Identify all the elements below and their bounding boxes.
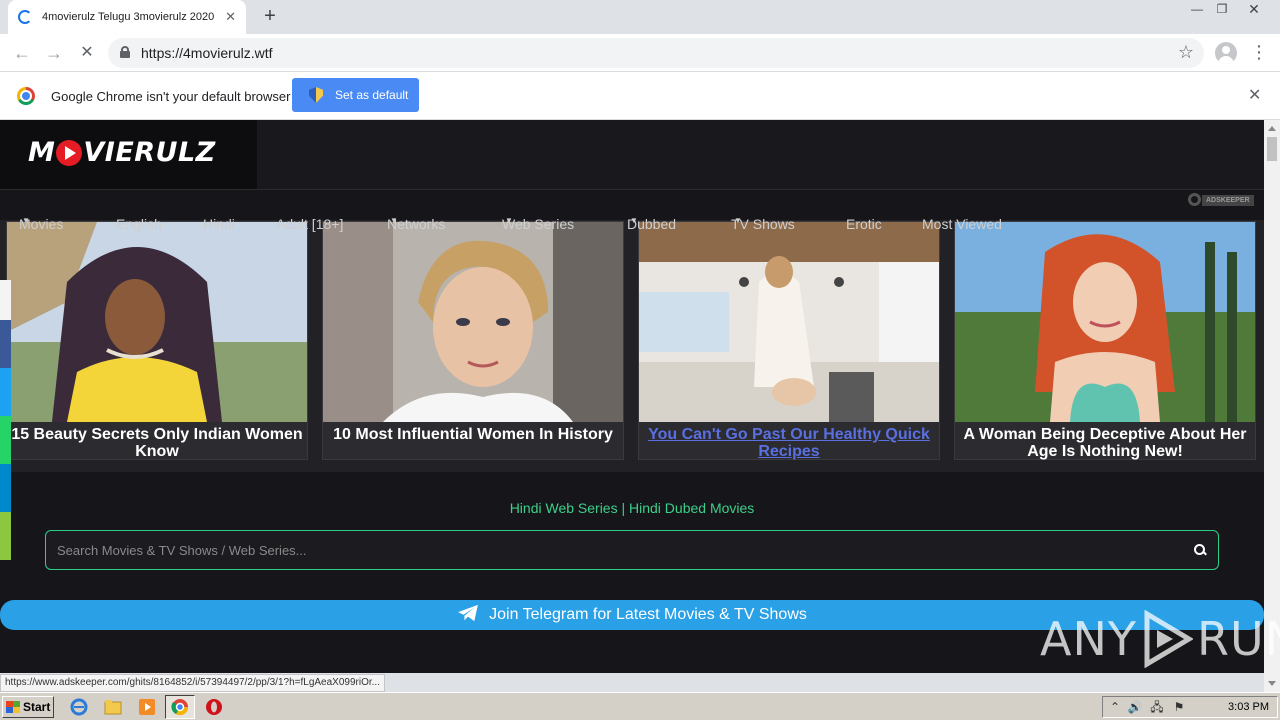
window-restore-button[interactable]: ❐ [1208,0,1236,20]
caret-down-icon: ▼ [22,216,30,225]
address-bar[interactable]: https://4movierulz.wtf ☆ [108,38,1204,68]
new-tab-button[interactable]: + [258,5,282,29]
scroll-thumb[interactable] [1267,137,1277,161]
nav-item-adult[interactable]: Adult [18+] [276,216,343,232]
volume-icon[interactable]: 🔊 [1127,700,1143,714]
scroll-down-arrow-icon[interactable] [1268,681,1276,686]
watermark-text-left: ANY [1040,612,1137,666]
search-icon[interactable] [1194,544,1206,556]
taskbar-chrome-button[interactable] [165,695,195,719]
site-nav: Movies ▼ English Hindi Adult [18+] Networ… [19,216,1002,232]
status-bubble-url: https://www.adskeeper.com/ghits/8164852/… [0,674,385,692]
adskeeper-label: ADSKEEPER [1202,195,1254,206]
site-logo: M VIERULZ [28,137,216,168]
caret-down-icon: ▼ [505,216,513,225]
back-button[interactable]: ← [9,40,35,66]
ad-card[interactable]: A Woman Being Deceptive About Her Age Is… [954,221,1256,460]
bookmark-star-icon[interactable]: ☆ [1178,42,1194,63]
tab-strip: 4movierulz Telugu 3movierulz 2020 M ✕ + … [0,0,1280,34]
stop-loading-button[interactable]: ✕ [74,40,100,66]
whatsapp-share-icon[interactable] [0,416,11,464]
site-search[interactable]: Search Movies & TV Shows / Web Series... [45,530,1219,570]
browser-tab[interactable]: 4movierulz Telugu 3movierulz 2020 M ✕ [8,0,246,34]
ad-caption[interactable]: A Woman Being Deceptive About Her Age Is… [955,426,1255,460]
adskeeper-logo-icon [1188,193,1201,206]
nav-item-hindi[interactable]: Hindi [203,216,235,232]
social-share-strip [0,280,11,560]
logo-text-left: M [28,137,56,168]
browser-toolbar: ← → ✕ https://4movierulz.wtf ☆ ⋮ [0,34,1280,72]
window-minimize-button[interactable]: — [1183,0,1211,20]
caret-down-icon: ▼ [734,216,742,225]
media-player-icon[interactable] [138,698,156,716]
ad-image[interactable] [955,222,1255,422]
page-scrollbar[interactable] [1264,120,1280,692]
ad-image[interactable] [323,222,623,422]
set-as-default-label: Set as default [335,88,409,102]
ad-image[interactable] [7,222,307,422]
system-tray: ⌃ 🔊 🖧 ⚑ 3:03 PM [1102,696,1278,718]
ad-caption-link[interactable]: You Can't Go Past Our Healthy Quick Reci… [639,426,939,460]
loading-spinner-icon [18,10,32,24]
opera-icon[interactable] [205,698,223,716]
set-as-default-button[interactable]: Set as default [292,78,419,112]
anyrun-watermark: ANY RUN [1040,610,1280,668]
play-icon [56,139,83,166]
twitter-share-icon[interactable] [0,368,11,416]
infobar-message: Google Chrome isn't your default browser [51,89,291,104]
tray-expand-icon[interactable]: ⌃ [1107,700,1123,714]
nav-item-english[interactable]: English [116,216,162,232]
uac-shield-icon [309,87,323,103]
nav-item-most-viewed[interactable]: Most Viewed [922,216,1002,232]
site-logo-link[interactable]: M VIERULZ [0,120,257,189]
caret-down-icon: ▼ [390,216,398,225]
ad-caption[interactable]: 15 Beauty Secrets Only Indian Women Know [7,426,307,460]
watermark-play-icon [1144,610,1193,668]
taskbar: Start ⌃ 🔊 🖧 ⚑ 3:03 PM [0,692,1280,720]
start-label: Start [23,700,51,714]
taskbar-clock[interactable]: 3:03 PM [1228,701,1269,713]
tab-title: 4movierulz Telugu 3movierulz 2020 M [42,11,214,23]
facebook-share-icon[interactable] [0,320,11,368]
internet-explorer-icon[interactable] [70,698,88,716]
windows-logo-icon [6,701,20,713]
join-telegram-label: Join Telegram for Latest Movies & TV Sho… [489,606,807,623]
ad-image[interactable] [639,222,939,422]
network-icon[interactable]: 🖧 [1149,700,1165,714]
telegram-icon [458,604,479,622]
ad-card[interactable]: 15 Beauty Secrets Only Indian Women Know [6,221,308,460]
logo-text-right: VIERULZ [83,137,216,168]
watermark-text-right: RUN [1196,612,1280,666]
nav-item-erotic[interactable]: Erotic [846,216,882,232]
default-browser-infobar: Google Chrome isn't your default browser… [0,72,1280,120]
tab-close-icon[interactable]: ✕ [225,9,236,25]
action-center-flag-icon[interactable]: ⚑ [1171,700,1187,714]
file-explorer-icon[interactable] [104,698,122,716]
address-url[interactable]: https://4movierulz.wtf [141,45,273,61]
site-header: M VIERULZ [0,120,1264,190]
web-page: M VIERULZ ADSKEEPER 15 Beauty Secrets On… [0,120,1264,673]
search-input[interactable]: Search Movies & TV Shows / Web Series... [57,543,307,558]
adskeeper-badge[interactable]: ADSKEEPER [1188,192,1260,208]
caret-down-icon: ▼ [630,216,638,225]
share-more-icon[interactable] [0,512,11,560]
share-count [0,280,11,320]
ad-card[interactable]: 10 Most Influential Women In History [322,221,624,460]
scroll-up-arrow-icon[interactable] [1268,126,1276,131]
start-button[interactable]: Start [2,696,54,718]
profile-avatar-icon[interactable] [1215,42,1237,64]
chrome-logo-icon [17,87,35,105]
quick-links[interactable]: Hindi Web Series | Hindi Dubed Movies [0,500,1264,516]
chrome-menu-icon[interactable]: ⋮ [1250,42,1268,62]
window-close-button[interactable]: ✕ [1240,0,1268,20]
chrome-taskbar-icon [171,699,189,716]
forward-button[interactable]: → [41,40,67,66]
infobar-close-icon[interactable]: ✕ [1248,85,1261,105]
ad-caption[interactable]: 10 Most Influential Women In History [323,426,623,443]
ad-card[interactable]: You Can't Go Past Our Healthy Quick Reci… [638,221,940,460]
lock-icon[interactable] [120,46,130,58]
